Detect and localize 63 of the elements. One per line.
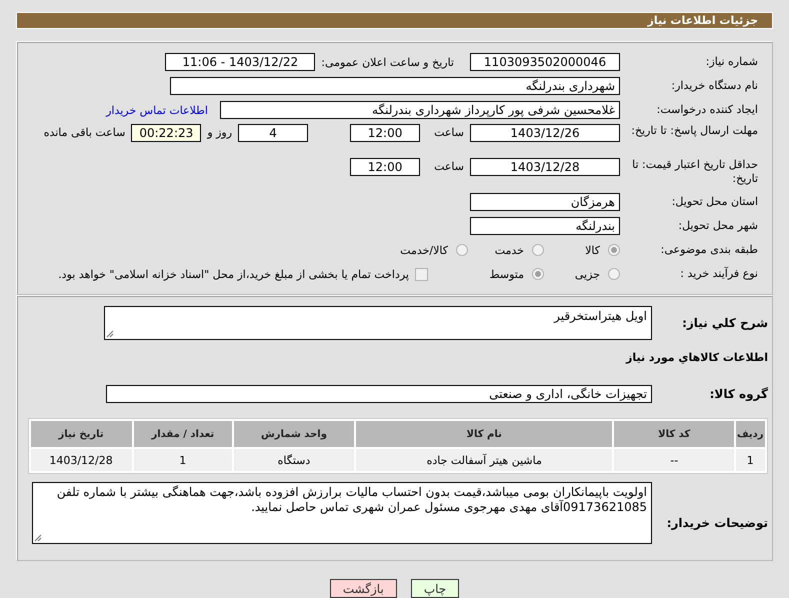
payment-note: پرداخت تمام یا بخشی از مبلغ خرید،از محل "اسناد خزانه اسلامی" خواهد بود. bbox=[58, 268, 409, 280]
column-header: واحد شمارش bbox=[234, 421, 354, 447]
buyer-contact-link[interactable]: اطلاعات تماس خریدار bbox=[106, 104, 208, 116]
table-cell: 1403/12/28 bbox=[30, 449, 132, 471]
remaining-time-field[interactable]: 00:22:23 bbox=[131, 124, 202, 142]
field-label: طبقه بندی موضوعی: bbox=[660, 243, 758, 257]
field-label: استان محل تحویل: bbox=[670, 195, 758, 209]
goods-group-field[interactable]: تجهیزات خانگی، اداری و صنعتی bbox=[106, 385, 652, 403]
province-field[interactable]: هرمزگان bbox=[470, 193, 620, 211]
time-label: ساعت bbox=[434, 160, 464, 173]
table-cell: 1 bbox=[736, 449, 764, 471]
resize-grip-icon[interactable] bbox=[106, 330, 114, 338]
table-cell: ماشین هیتر آسفالت جاده bbox=[356, 449, 612, 471]
requester-field[interactable]: غلامحسین شرفی پور کارپرداز شهرداری بندرلنگه bbox=[220, 101, 620, 119]
field-label: شهر محل تحویل: bbox=[677, 219, 758, 233]
column-header: تعداد / مقدار bbox=[134, 421, 232, 447]
buyer-org-field[interactable]: شهرداری بندرلنگه bbox=[170, 77, 620, 95]
radio-button[interactable] bbox=[608, 244, 620, 256]
field-label: نوع فرآیند خرید : bbox=[679, 267, 758, 281]
city-field[interactable]: بندرلنگه bbox=[470, 217, 620, 235]
radio-label: کالا/خدمت bbox=[400, 244, 448, 256]
radio-button[interactable] bbox=[532, 244, 544, 256]
field-label: مهلت ارسال پاسخ: تا تاریخ: bbox=[630, 124, 758, 138]
announce-date-field[interactable]: 1403/12/22 - 11:06 bbox=[165, 53, 316, 71]
field-label: نام دستگاه خریدار: bbox=[670, 79, 758, 93]
price-time-field[interactable]: 12:00 bbox=[350, 158, 420, 176]
field-label: شرح کلي نياز: bbox=[681, 316, 768, 330]
field-label: حداقل تاریخ اعتبار قیمت: تا تاریخ: bbox=[631, 158, 758, 186]
radio-label: کالا bbox=[585, 244, 600, 256]
field-label: گروه کالا: bbox=[708, 387, 768, 401]
table-cell: 1 bbox=[134, 449, 232, 471]
remaining-label: ساعت باقی مانده bbox=[44, 126, 126, 139]
resize-grip-icon[interactable] bbox=[34, 534, 42, 542]
time-label: ساعت bbox=[434, 126, 464, 139]
price-date-field[interactable]: 1403/12/28 bbox=[470, 158, 620, 176]
reply-date-field[interactable]: 1403/12/26 bbox=[470, 124, 620, 142]
print-button[interactable]: چاپ bbox=[410, 579, 460, 598]
column-header: کد کالا bbox=[614, 421, 734, 447]
reply-time-field[interactable]: 12:00 bbox=[350, 124, 420, 142]
checkbox[interactable] bbox=[415, 268, 428, 280]
table-cell: -- bbox=[614, 449, 734, 471]
field-label: توضیحات خریدار: bbox=[666, 516, 768, 530]
field-label: ایجاد کننده درخواست: bbox=[656, 103, 758, 117]
radio-button[interactable] bbox=[456, 244, 468, 256]
field-label: تاریخ و ساعت اعلان عمومی: bbox=[321, 56, 454, 68]
radio-label: متوسط bbox=[489, 268, 524, 280]
days-label: روز و bbox=[207, 126, 232, 139]
days-field[interactable]: 4 bbox=[238, 124, 308, 142]
table-cell: دستگاه bbox=[234, 449, 354, 471]
column-header: نام کالا bbox=[356, 421, 612, 447]
description-field[interactable]: اویل هیتراستخرقیر bbox=[104, 306, 652, 340]
buyer-notes-field[interactable]: اولویت باپیمانکاران بومی میباشد،قیمت بدون احتساب مالیات برارزش افزوده باشد،جهت هماهنگی بیشتر با شماره تلفن 09173621085آقای مهدی مهرجوی مسئول عمران شهری تماس حاصل نمایید. bbox=[32, 482, 652, 544]
column-header: تاریخ نیاز bbox=[30, 421, 132, 447]
need-number-field[interactable]: 1103093502000046 bbox=[470, 53, 620, 71]
radio-label: خدمت bbox=[494, 244, 524, 256]
radio-label: جزیی bbox=[574, 268, 600, 280]
section-title: اطلاعات کالاهاي مورد نياز bbox=[624, 351, 768, 365]
field-label: شماره نیاز: bbox=[704, 55, 758, 69]
column-header: ردیف bbox=[736, 421, 764, 447]
radio-button[interactable] bbox=[532, 268, 544, 280]
radio-button[interactable] bbox=[608, 268, 620, 280]
back-button[interactable]: بازگشت bbox=[330, 579, 397, 598]
page-header: جزئیات اطلاعات نیاز bbox=[16, 12, 773, 29]
